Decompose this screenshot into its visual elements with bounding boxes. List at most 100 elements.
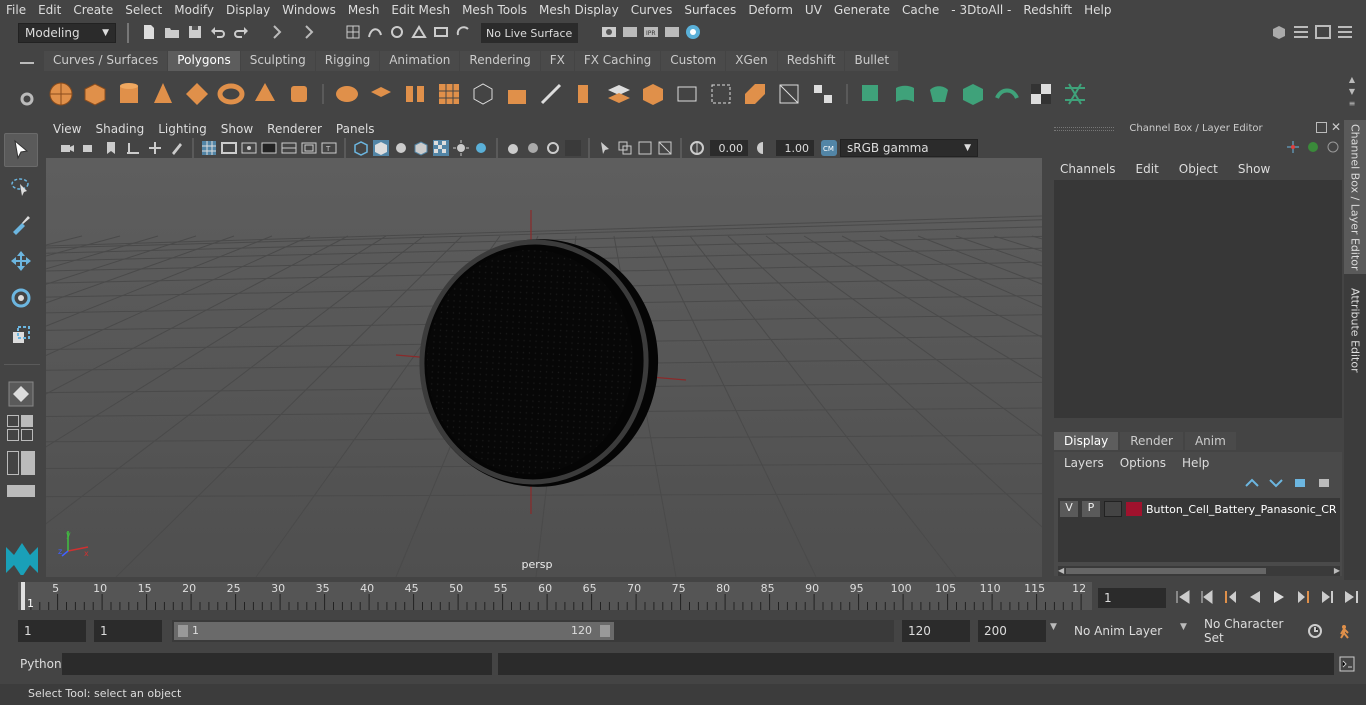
animation-start-field[interactable]: 1 xyxy=(18,620,86,642)
character-set-dropdown[interactable]: No Character Set xyxy=(1198,617,1298,645)
frame-selection-icon[interactable] xyxy=(656,139,674,157)
menu-redshift[interactable]: Redshift xyxy=(1017,3,1078,17)
attribute-editor-icon[interactable] xyxy=(1292,23,1310,41)
menu-mesh[interactable]: Mesh xyxy=(342,3,386,17)
smooth-icon[interactable] xyxy=(432,77,466,111)
bevel-icon[interactable] xyxy=(568,77,602,111)
depth-of-field-icon[interactable] xyxy=(564,139,582,157)
auto-key-icon[interactable] xyxy=(1306,622,1324,640)
smooth-shade-icon[interactable] xyxy=(372,139,390,157)
options-menu[interactable]: Options xyxy=(1120,456,1166,470)
extrude-icon[interactable] xyxy=(500,77,534,111)
field-chart-icon[interactable] xyxy=(280,139,298,157)
script-editor-icon[interactable] xyxy=(1338,655,1356,673)
tab-redshift[interactable]: Redshift xyxy=(777,51,845,71)
anti-aliasing-icon[interactable] xyxy=(544,139,562,157)
scroll-right-icon[interactable]: ▶ xyxy=(1334,566,1340,575)
reduce-icon[interactable] xyxy=(466,77,500,111)
offset-edge-icon[interactable] xyxy=(704,77,738,111)
xray-icon[interactable] xyxy=(432,139,450,157)
snap-surface-icon[interactable] xyxy=(432,23,450,41)
shadows-icon[interactable] xyxy=(472,139,490,157)
layer-color-swatch[interactable] xyxy=(1126,502,1142,516)
range-slider-handle[interactable]: 1 120 xyxy=(174,622,614,640)
play-backwards-icon[interactable] xyxy=(1246,588,1264,606)
multi-cut-icon[interactable] xyxy=(534,77,568,111)
camera-lock-icon[interactable] xyxy=(80,139,98,157)
soft-select-icon[interactable] xyxy=(4,377,38,411)
fill-hole-icon[interactable] xyxy=(738,77,772,111)
object-menu[interactable]: Object xyxy=(1179,162,1218,176)
float-panel-icon[interactable] xyxy=(1316,122,1327,133)
render-settings-icon[interactable] xyxy=(663,23,681,41)
hyper-icon[interactable] xyxy=(1326,140,1340,154)
menu-edit-mesh[interactable]: Edit Mesh xyxy=(385,3,456,17)
poly-plane-icon[interactable] xyxy=(180,77,214,111)
wireframe-icon[interactable] xyxy=(352,139,370,157)
step-forward-key-icon[interactable] xyxy=(1318,588,1336,606)
menu-modify[interactable]: Modify xyxy=(168,3,220,17)
scale-tool-icon[interactable] xyxy=(4,318,38,352)
viewport-menu-lighting[interactable]: Lighting xyxy=(151,122,214,136)
range-end-grip[interactable] xyxy=(600,625,610,637)
layers-menu[interactable]: Layers xyxy=(1064,456,1104,470)
save-scene-icon[interactable] xyxy=(186,23,204,41)
snap-curve-icon[interactable] xyxy=(366,23,384,41)
poly-cone-icon[interactable] xyxy=(146,77,180,111)
select-camera-icon[interactable] xyxy=(58,139,76,157)
move-layer-down-icon[interactable] xyxy=(1268,476,1284,490)
tool-settings-icon[interactable] xyxy=(1314,23,1332,41)
resolution-gate-icon[interactable] xyxy=(240,139,258,157)
tab-animation[interactable]: Animation xyxy=(380,51,460,71)
menu-surfaces[interactable]: Surfaces xyxy=(678,3,742,17)
menu-windows[interactable]: Windows xyxy=(276,3,342,17)
menu-display[interactable]: Display xyxy=(220,3,276,17)
open-scene-icon[interactable] xyxy=(163,23,181,41)
uv-checker-icon[interactable] xyxy=(1024,77,1058,111)
play-forwards-icon[interactable] xyxy=(1270,588,1288,606)
tab-xgen[interactable]: XGen xyxy=(726,51,777,71)
gamma-icon[interactable] xyxy=(754,139,772,157)
persp-graph-icon[interactable] xyxy=(7,451,19,475)
film-gate-icon[interactable] xyxy=(220,139,238,157)
hypershade-icon[interactable] xyxy=(684,23,702,41)
outliner-pane-icon[interactable] xyxy=(21,429,33,441)
current-frame-field[interactable]: 1 xyxy=(1098,588,1166,608)
separate-icon[interactable] xyxy=(364,77,398,111)
paint-select-tool-icon[interactable] xyxy=(4,207,38,241)
chevron-down-icon[interactable]: ▼ xyxy=(1050,622,1057,632)
collapse-handle[interactable] xyxy=(124,23,132,43)
viewport-menu-show[interactable]: Show xyxy=(214,122,260,136)
snap-view-icon[interactable] xyxy=(410,23,428,41)
poly-torus-icon[interactable] xyxy=(214,77,248,111)
four-pane-icon[interactable] xyxy=(21,415,33,427)
automatic-map-icon[interactable] xyxy=(956,77,990,111)
menu-edit[interactable]: Edit xyxy=(32,3,67,17)
menu-generate[interactable]: Generate xyxy=(828,3,896,17)
tab-channel-box-layer-editor[interactable]: Channel Box / Layer Editor xyxy=(1344,120,1366,274)
uv-unfold-icon[interactable] xyxy=(990,77,1024,111)
tab-bullet[interactable]: Bullet xyxy=(845,51,899,71)
menu-deform[interactable]: Deform xyxy=(742,3,799,17)
edit-menu[interactable]: Edit xyxy=(1136,162,1159,176)
manipulator-icon[interactable] xyxy=(1286,140,1300,154)
viewport-menu-shading[interactable]: Shading xyxy=(88,122,151,136)
two-pane-icon[interactable] xyxy=(7,429,19,441)
tab-fx-caching[interactable]: FX Caching xyxy=(574,51,661,71)
color-management-icon[interactable]: CM xyxy=(820,139,838,157)
collapse-icon[interactable] xyxy=(806,77,840,111)
channels-menu[interactable]: Channels xyxy=(1060,162,1116,176)
viewport-menu-panels[interactable]: Panels xyxy=(329,122,382,136)
tab-sculpting[interactable]: Sculpting xyxy=(240,51,315,71)
persp-outliner-icon[interactable] xyxy=(21,451,35,475)
playback-start-field[interactable]: 1 xyxy=(94,620,162,642)
menu-mesh-tools[interactable]: Mesh Tools xyxy=(456,3,533,17)
lasso-tool-icon[interactable] xyxy=(4,170,38,204)
select-tool-icon[interactable] xyxy=(4,133,38,167)
motion-blur-icon[interactable] xyxy=(524,139,542,157)
time-slider[interactable]: 5 10 15 20 25 30 35 40 45 50 55 60 65 70 75 80 85 90 95 100… xyxy=(18,582,1092,610)
render-sequence-icon[interactable] xyxy=(621,23,639,41)
gamma-field[interactable]: 1.00 xyxy=(776,140,814,156)
new-layer-icon[interactable] xyxy=(1292,476,1308,490)
tab-rigging[interactable]: Rigging xyxy=(315,51,380,71)
